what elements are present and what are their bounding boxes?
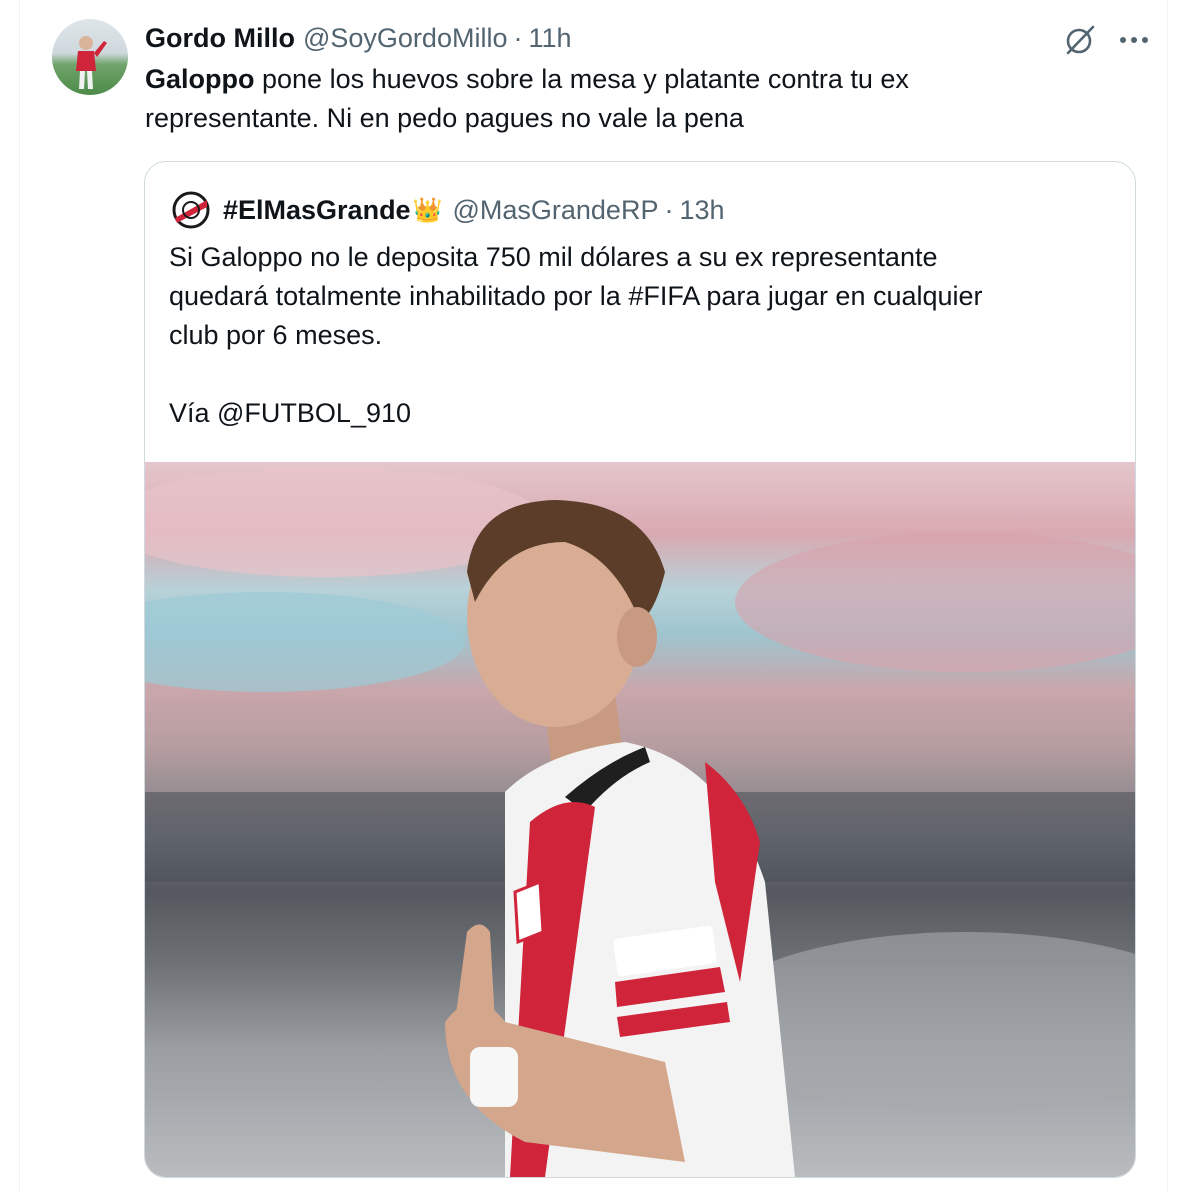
author-avatar[interactable]: [52, 19, 128, 95]
quote-author-avatar[interactable]: [171, 190, 211, 230]
quote-text-line-3: club por 6 meses.: [169, 320, 383, 350]
header-separator: ·: [513, 22, 523, 53]
quote-timestamp[interactable]: 13h: [679, 195, 724, 226]
quote-text-line-4: Vía @FUTBOL_910: [169, 398, 412, 428]
quote-text-spacer: [169, 355, 1109, 394]
author-name[interactable]: Gordo Millo: [145, 23, 295, 54]
quote-header: #ElMasGrande 👑 @MasGrandeRP · 13h: [171, 190, 725, 230]
quote-photo[interactable]: [145, 462, 1135, 1177]
quote-text-line-1: Si Galoppo no le deposita 750 mil dólare…: [169, 242, 938, 272]
tweet-text-bold: Galoppo: [145, 64, 255, 94]
quote-text-line-2: quedará totalmente inhabilitado por la #…: [169, 281, 983, 311]
timeline-left-border: [19, 0, 20, 1192]
tweet-text-line-1: Galoppo pone los huevos sobre la mesa y …: [145, 60, 1145, 99]
crown-emoji: 👑: [412, 196, 443, 224]
tweet-text-line-1-rest: pone los huevos sobre la mesa y platante…: [254, 64, 909, 94]
quote-header-separator: ·: [664, 194, 674, 225]
grok-icon[interactable]: [1060, 22, 1100, 58]
tweet-actions: [1046, 22, 1154, 58]
player-illustration: [145, 467, 1135, 1177]
tweet-timestamp[interactable]: 11h: [528, 23, 571, 54]
quote-author-handle[interactable]: @MasGrandeRP: [452, 195, 658, 226]
quote-author-name[interactable]: #ElMasGrande: [223, 195, 411, 226]
quoted-tweet-card[interactable]: #ElMasGrande 👑 @MasGrandeRP · 13h Si Gal…: [144, 161, 1136, 1178]
author-handle[interactable]: @SoyGordoMillo: [303, 23, 507, 54]
tweet-text-line-2: representante. Ni en pedo pagues no vale…: [145, 103, 744, 133]
tweet-text: Galoppo pone los huevos sobre la mesa y …: [145, 60, 1145, 138]
quote-text: Si Galoppo no le deposita 750 mil dólare…: [169, 238, 1109, 433]
more-options-icon[interactable]: [1114, 22, 1154, 58]
timeline-right-border: [1167, 0, 1168, 1192]
tweet-header: Gordo Millo @SoyGordoMillo · 11h: [145, 20, 572, 56]
